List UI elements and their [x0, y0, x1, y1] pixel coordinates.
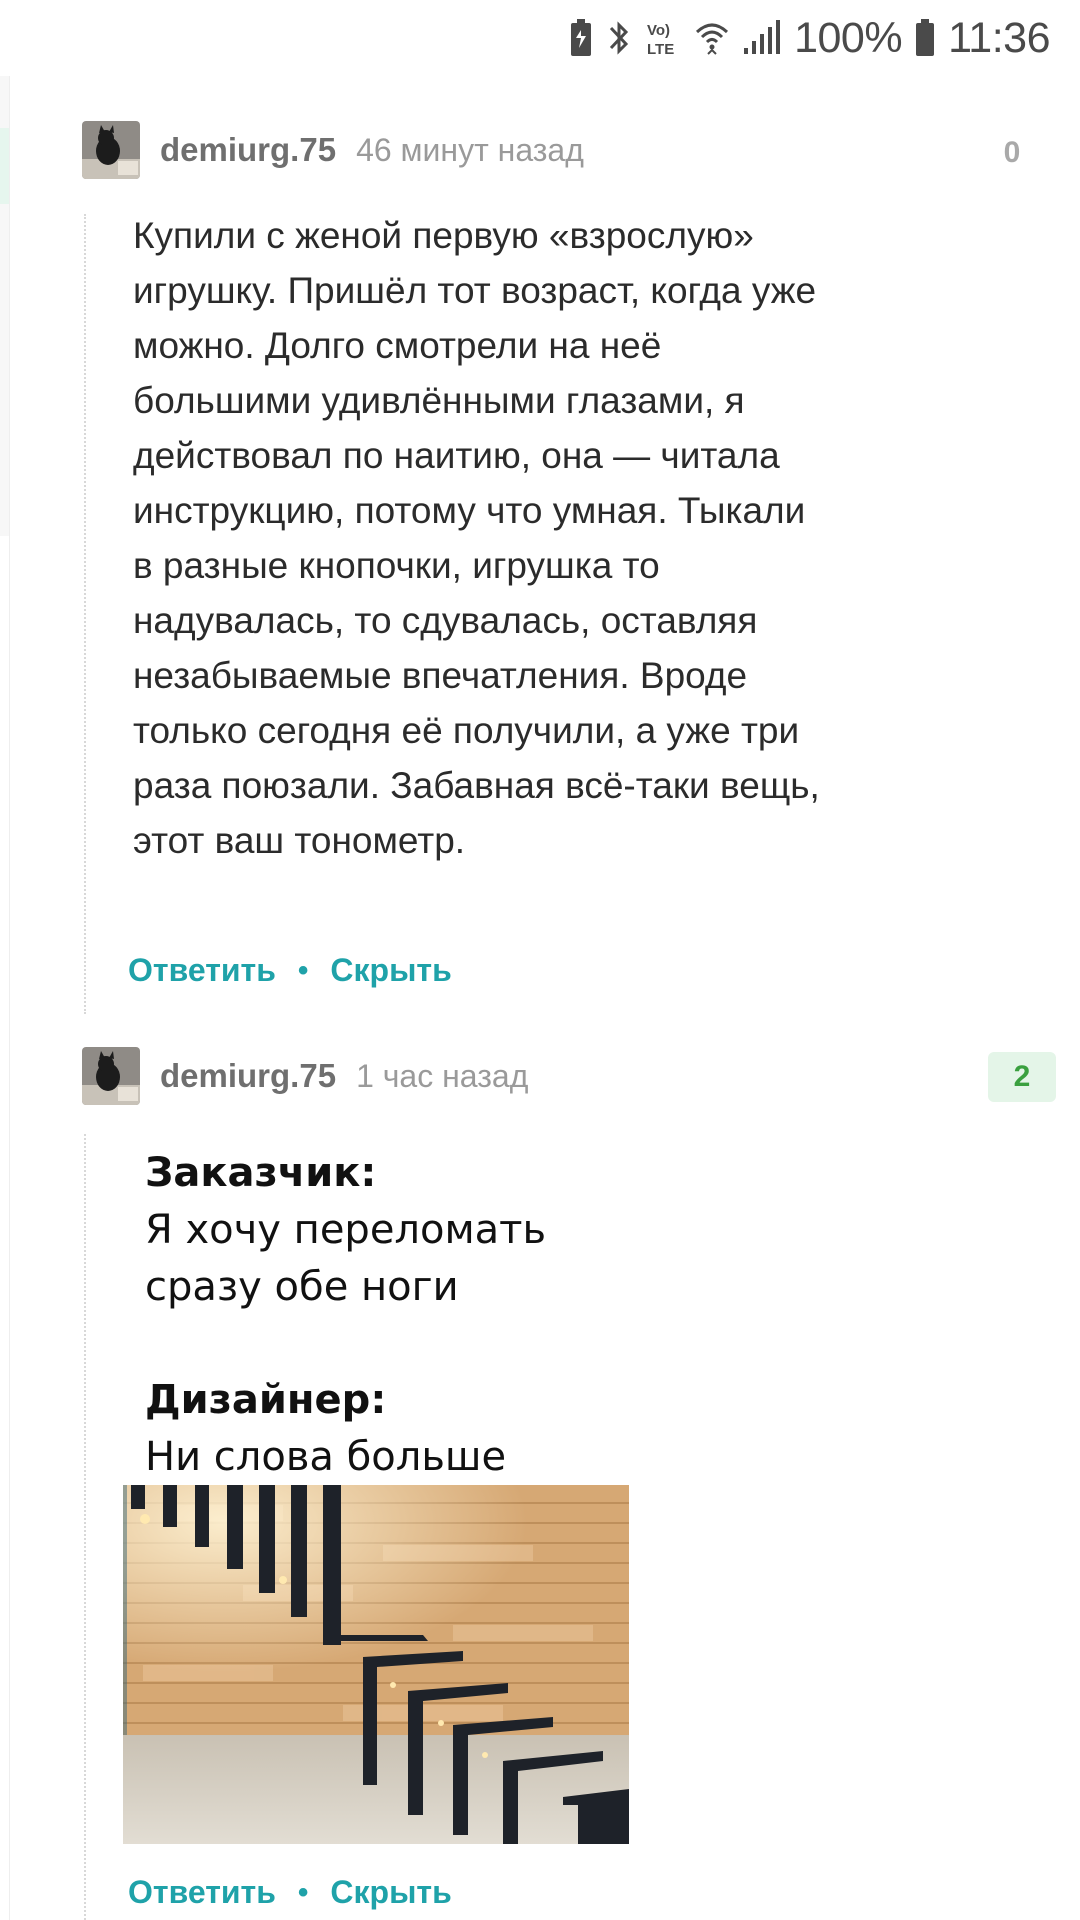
comment-actions: Ответить • Скрыть [128, 1874, 452, 1911]
comment-header: demiurg.75 46 минут назад [82, 120, 584, 180]
comment-text: Купили с женой первую «взрослую» игрушку… [133, 215, 820, 861]
battery-percent: 100% [794, 13, 903, 62]
svg-text:Vo): Vo) [647, 22, 670, 39]
bluetooth-icon [606, 18, 632, 58]
status-icons: Vo) LTE 100% 11:36 [568, 10, 1050, 66]
reply-button[interactable]: Ответить [128, 1874, 276, 1911]
timestamp[interactable]: 1 час назад [356, 1058, 528, 1095]
meme-line: сразу обе ноги [145, 1264, 459, 1310]
status-bar: Vo) LTE 100% 11:36 [0, 0, 1080, 76]
hide-button[interactable]: Скрыть [330, 1874, 451, 1911]
volte-icon: Vo) LTE [644, 18, 682, 58]
svg-text:LTE: LTE [647, 41, 674, 58]
meme-label-designer: Дизайнер: [145, 1377, 387, 1423]
battery-icon [914, 18, 936, 58]
meme-line: Я хочу переломать [145, 1207, 547, 1253]
comment-image[interactable]: Заказчик: Я хочу переломать сразу обе но… [123, 1128, 629, 1844]
separator-dot: • [297, 1875, 309, 1909]
username[interactable]: demiurg.75 [160, 131, 336, 169]
avatar[interactable] [82, 1047, 140, 1105]
meme-label-customer: Заказчик: [145, 1150, 377, 1196]
meme-line: Ни слова больше [145, 1434, 507, 1480]
clock: 11:36 [948, 13, 1050, 62]
username[interactable]: demiurg.75 [160, 1057, 336, 1095]
screen: Vo) LTE 100% 11:36 demiurg.75 46 минут н… [0, 0, 1080, 1920]
battery-saver-icon [568, 18, 594, 58]
comment-rating: 0 [1003, 136, 1021, 169]
hide-button[interactable]: Скрыть [330, 952, 451, 989]
floating-staircase-photo [123, 1485, 629, 1844]
reply-button[interactable]: Ответить [128, 952, 276, 989]
timestamp[interactable]: 46 минут назад [356, 132, 584, 169]
wifi-icon [694, 18, 730, 58]
left-gutter-line [9, 76, 10, 1920]
comment-header: demiurg.75 1 час назад [82, 1046, 528, 1106]
thread-line[interactable] [84, 214, 86, 1014]
thread-line[interactable] [84, 1134, 86, 1920]
avatar[interactable] [82, 121, 140, 179]
signal-icon [742, 18, 782, 58]
separator-dot: • [297, 953, 309, 987]
comment-rating: 2 [988, 1052, 1056, 1102]
comment-actions: Ответить • Скрыть [128, 952, 452, 989]
